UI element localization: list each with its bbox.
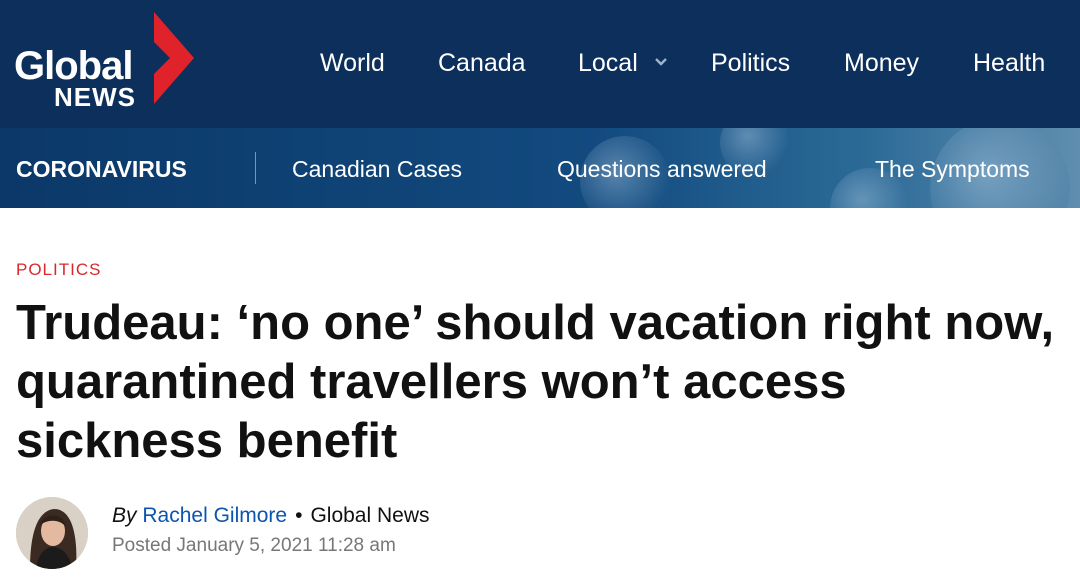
subnav-coronavirus[interactable]: CORONAVIRUS — [16, 154, 187, 184]
nav-politics[interactable]: Politics — [711, 45, 790, 81]
nav-health[interactable]: Health — [973, 45, 1045, 81]
byline-source: Global News — [310, 504, 430, 527]
posted-timestamp: Posted January 5, 2021 11:28 am — [112, 535, 396, 556]
article-category[interactable]: POLITICS — [16, 259, 101, 281]
main-navigation: World Canada Local Politics Money Health — [0, 45, 1080, 81]
author-photo-image — [16, 497, 88, 569]
byline-separator: • — [295, 504, 303, 527]
coronavirus-subnav: CORONAVIRUS Canadian Cases Questions ans… — [0, 128, 1080, 208]
site-header: Global NEWS World Canada Local Politics … — [0, 0, 1080, 128]
author-link[interactable]: Rachel Gilmore — [142, 504, 287, 527]
nav-canada[interactable]: Canada — [438, 45, 526, 81]
byline-prefix: By — [112, 504, 137, 527]
nav-world[interactable]: World — [320, 45, 385, 81]
subnav-questions-answered[interactable]: Questions answered — [557, 154, 767, 184]
article-headline: Trudeau: ‘no one’ should vacation right … — [16, 296, 1055, 468]
subnav-canadian-cases[interactable]: Canadian Cases — [292, 154, 462, 184]
nav-local[interactable]: Local — [578, 45, 638, 81]
byline: By Rachel Gilmore • Global News — [112, 502, 430, 530]
nav-money[interactable]: Money — [844, 45, 919, 81]
logo-wordmark-news: NEWS — [54, 82, 136, 112]
subnav-divider — [255, 152, 256, 184]
chevron-down-icon[interactable] — [654, 57, 668, 67]
author-avatar[interactable] — [16, 497, 88, 569]
subnav-the-symptoms[interactable]: The Symptoms — [875, 154, 1030, 184]
